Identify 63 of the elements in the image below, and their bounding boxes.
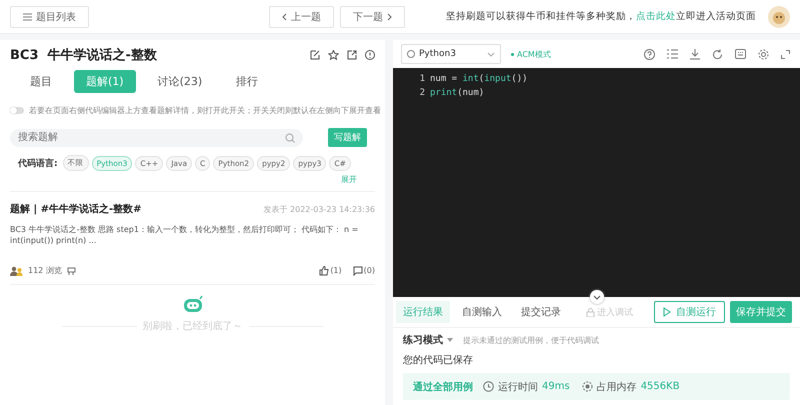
caret-icon[interactable] — [447, 338, 453, 342]
solution-title[interactable]: 题解 | #牛牛学说话之-整数# — [10, 202, 142, 216]
thumbs-up-icon — [319, 266, 330, 276]
line-number: 2 — [418, 88, 425, 98]
result-tab[interactable]: 自测输入 — [455, 301, 509, 323]
problem-tab[interactable]: 排行 — [224, 70, 270, 93]
keyboard-icon[interactable] — [735, 49, 746, 59]
code-line: num = int(input()) — [430, 74, 528, 84]
memory-label: 占用内存 — [596, 380, 637, 394]
toggle-switch[interactable] — [10, 107, 24, 114]
fullscreen-icon[interactable] — [781, 50, 790, 58]
clock-icon — [483, 381, 494, 392]
next-button[interactable]: 下一题 — [340, 6, 405, 28]
play-icon — [663, 307, 671, 317]
language-select[interactable]: Python3 — [401, 44, 501, 64]
chevron-right-icon — [387, 12, 392, 20]
mode-hint: 提示未通过的测试用例，便于代码调试 — [463, 334, 599, 346]
runtime-label: 运行时间 — [498, 380, 538, 394]
status-dot — [511, 52, 514, 56]
star-icon[interactable] — [328, 50, 339, 60]
robot-icon — [182, 295, 204, 315]
users-icon — [10, 266, 23, 276]
list-icon — [23, 12, 32, 20]
chevron-down-icon — [592, 294, 600, 300]
code-line: print(num) — [430, 88, 484, 98]
search-icon — [285, 132, 295, 142]
comment-button[interactable]: (0) — [346, 266, 375, 276]
promo-text: 坚持刷题可以获得牛币和挂件等多种奖励，点击此处立即进入活动页面 — [446, 10, 756, 23]
toggle-hint: 若要在页面右侧代码编辑器上方查看题解详情，则打开此开关；开关关闭则默认在左侧向下展开查看 — [29, 105, 381, 116]
chip-icon — [582, 381, 593, 392]
publish-date: 发表于 2022-03-23 14:23:36 — [263, 204, 375, 214]
avatar-icon — [768, 6, 790, 28]
lock-icon — [586, 308, 595, 316]
line-number: 1 — [418, 74, 425, 84]
pass-status: 通过全部用例 — [413, 380, 473, 394]
settings-icon[interactable] — [758, 48, 769, 60]
problem-title: BC3 牛牛学说话之-整数 — [10, 46, 157, 64]
expand-link[interactable]: 展开 — [341, 174, 357, 185]
result-tab[interactable]: 提交记录 — [514, 301, 568, 323]
comment-icon — [352, 266, 363, 276]
help-icon[interactable] — [644, 48, 655, 60]
share-icon[interactable] — [347, 50, 357, 60]
edit-icon[interactable] — [310, 50, 320, 60]
problem-tab[interactable]: 讨论(23) — [146, 70, 214, 93]
view-count: 112 浏览 — [28, 265, 62, 276]
download-icon[interactable] — [690, 48, 700, 60]
refresh-icon[interactable] — [712, 48, 723, 60]
problem-list-button[interactable]: 题目列表 — [10, 6, 89, 28]
code-editor[interactable]: 1 num = int(input()) 2 print(num) — [393, 68, 800, 297]
problem-tab[interactable]: 题目 — [18, 70, 64, 93]
language-filter-label: 代码语言: — [18, 157, 58, 170]
chevron-left-icon — [282, 12, 287, 20]
memory-value: 4556KB — [640, 381, 680, 392]
solution-excerpt: BC3 牛牛学说话之-整数 思路 step1：输入一个数，转化为整型，然后打印即可； 代码如下： n = int(input()) print(n) ... — [10, 224, 360, 248]
chevron-down-icon — [487, 52, 495, 56]
like-button[interactable]: (1) — [313, 266, 342, 276]
saved-message: 您的代码已保存 — [403, 354, 474, 367]
list-icon[interactable] — [667, 49, 678, 59]
previous-button[interactable]: 上一题 — [269, 6, 334, 28]
search-field[interactable]: 搜索题解 — [10, 128, 303, 146]
practice-mode-dropdown[interactable]: 练习模式 — [403, 333, 443, 347]
collapse-button[interactable] — [590, 290, 604, 304]
runtime-value: 49ms — [542, 381, 570, 392]
